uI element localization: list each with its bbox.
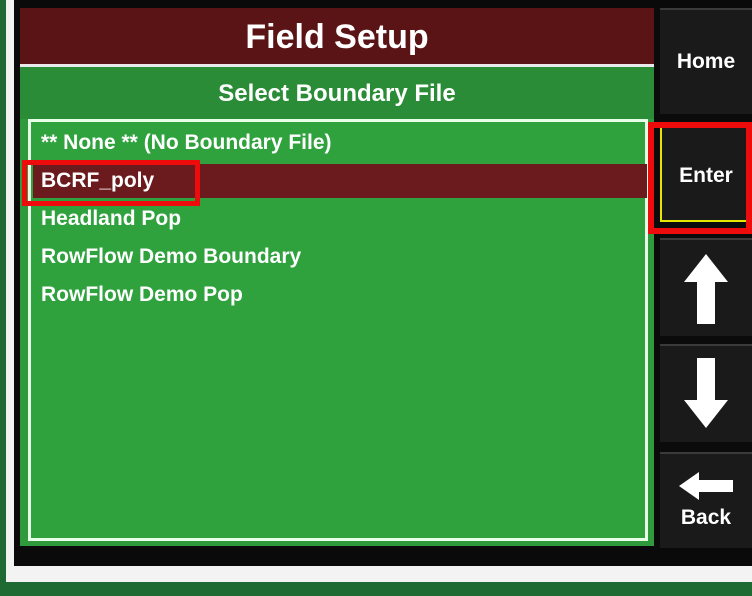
list-heading: Select Boundary File bbox=[20, 67, 654, 119]
list-item-headland-pop[interactable]: Headland Pop bbox=[33, 202, 647, 236]
list-item-rowflow-demo-pop[interactable]: RowFlow Demo Pop bbox=[33, 278, 647, 312]
back-button-label: Back bbox=[680, 506, 732, 529]
list-item-rowflow-demo-boundary[interactable]: RowFlow Demo Boundary bbox=[33, 240, 647, 274]
highlight-box-enter bbox=[648, 122, 752, 234]
left-arrow-icon bbox=[679, 472, 733, 500]
scroll-down-button[interactable] bbox=[660, 344, 752, 442]
home-button[interactable]: Home bbox=[660, 8, 752, 114]
page-title: Field Setup bbox=[20, 8, 654, 67]
up-arrow-icon bbox=[684, 254, 728, 324]
list-item-none[interactable]: ** None ** (No Boundary File) bbox=[33, 126, 647, 160]
scroll-up-button[interactable] bbox=[660, 238, 752, 336]
down-arrow-icon bbox=[684, 358, 728, 428]
softkey-sidebar: Home Enter Back bbox=[654, 8, 752, 548]
highlight-box-bcrf-poly bbox=[22, 160, 200, 206]
home-button-label: Home bbox=[676, 50, 736, 73]
back-button[interactable]: Back bbox=[660, 452, 752, 548]
display-screen: Field Setup Select Boundary File ** None… bbox=[20, 8, 654, 546]
